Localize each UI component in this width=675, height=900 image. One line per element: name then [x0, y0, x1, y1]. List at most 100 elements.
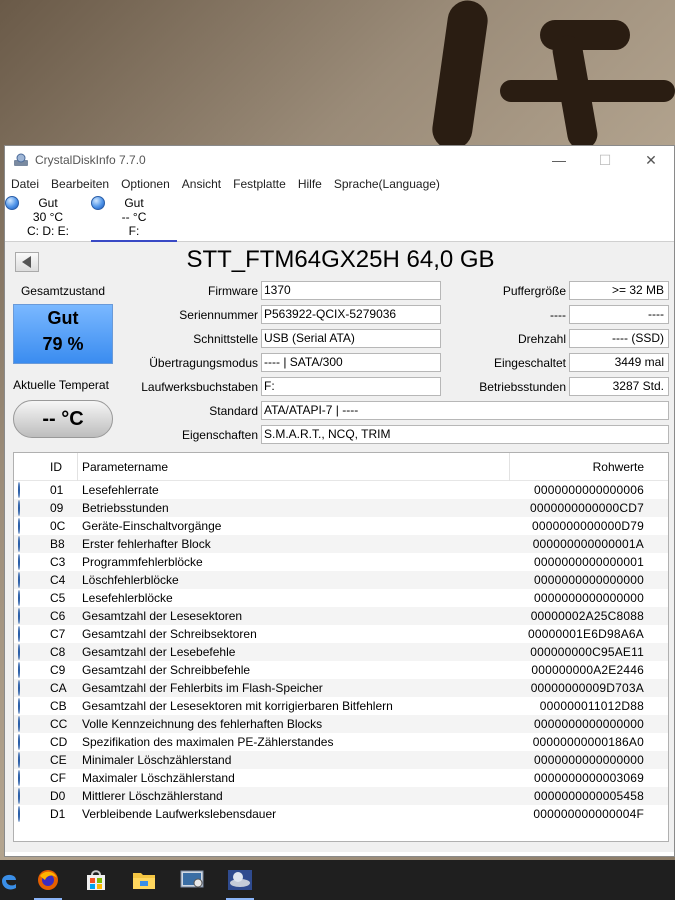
smart-attributes-table[interactable]: ID Parametername Rohwerte 01 Lesefehlerra… [13, 452, 669, 842]
table-row[interactable]: CC Volle Kennzeichnung des fehlerhaften B… [14, 715, 668, 733]
power-on-hours-value: 3287 Std. [569, 377, 669, 396]
power-on-count-label: Eingeschaltet [493, 356, 566, 370]
attribute-name: Lesefehlerrate [82, 483, 159, 497]
status-cell [14, 680, 42, 696]
serial-label: Seriennummer [179, 308, 258, 322]
attribute-name: Gesamtzahl der Schreibsektoren [82, 627, 257, 641]
status-cell [14, 536, 42, 552]
status-icon [18, 752, 20, 768]
crystaldiskinfo-taskbar-button[interactable] [216, 860, 264, 900]
edge-icon [2, 874, 16, 890]
status-icon [18, 518, 20, 534]
attribute-name: Gesamtzahl der Lesebefehle [82, 645, 236, 659]
status-icon [18, 734, 20, 750]
attribute-id: CA [50, 681, 67, 695]
attribute-id: 09 [50, 501, 64, 515]
attribute-raw-value: 0000000000000D79 [532, 519, 644, 533]
attribute-raw-value: 000000000000004F [533, 807, 644, 821]
crystaldiskinfo-icon [228, 870, 252, 890]
arrow-left-icon [22, 256, 31, 268]
title-bar[interactable]: CrystalDiskInfo 7.7.0 — ☐ ✕ [5, 146, 674, 174]
control-panel-icon [180, 870, 204, 888]
status-cell [14, 482, 42, 498]
attribute-raw-value: 000000011012D88 [539, 699, 644, 713]
firmware-label: Firmware [208, 284, 258, 298]
firmware-value: 1370 [261, 281, 441, 300]
drive-letters-value: F: [261, 377, 441, 396]
minimize-button[interactable]: — [536, 146, 582, 174]
status-cell [14, 518, 42, 534]
status-icon [18, 572, 20, 588]
table-row[interactable]: CF Maximaler Löschzählerstand 000000000000… [14, 769, 668, 787]
attribute-id: C5 [50, 591, 66, 605]
explorer-taskbar-button[interactable] [120, 860, 168, 900]
attribute-id: C6 [50, 609, 66, 623]
menu-sprache[interactable]: Sprache(Language) [334, 177, 440, 191]
attribute-name: Gesamtzahl der Schreibbefehle [82, 663, 251, 677]
table-row[interactable]: 0C Geräte-Einschaltvorgänge 0000000000000D… [14, 517, 668, 535]
attribute-raw-value: 0000000000000CD7 [530, 501, 644, 515]
menu-bearbeiten[interactable]: Bearbeiten [51, 177, 109, 191]
attribute-raw-value: 000000000000001A [532, 537, 644, 551]
menu-festplatte[interactable]: Festplatte [233, 177, 286, 191]
table-row[interactable]: 01 Lesefehlerrate 0000000000000006 [14, 481, 668, 499]
status-icon [18, 788, 20, 804]
status-cell [14, 734, 42, 750]
status-cell [14, 662, 42, 678]
attribute-name: Spezifikation des maximalen PE-Zählersta… [82, 735, 334, 749]
health-status-badge[interactable]: Gut 79 % [13, 304, 113, 364]
table-row[interactable]: CA Gesamtzahl der Fehlerbits im Flash-Spe… [14, 679, 668, 697]
column-header-id[interactable]: ID [42, 453, 78, 481]
status-cell [14, 788, 42, 804]
column-header-name[interactable]: Parametername [78, 453, 510, 481]
menu-ansicht[interactable]: Ansicht [182, 177, 221, 191]
firefox-icon [38, 870, 58, 890]
menu-hilfe[interactable]: Hilfe [298, 177, 322, 191]
table-row[interactable]: CE Minimaler Löschzählerstand 000000000000… [14, 751, 668, 769]
table-row[interactable]: B8 Erster fehlerhafter Block 0000000000000… [14, 535, 668, 553]
health-status: Gut [47, 308, 79, 328]
table-row[interactable]: C9 Gesamtzahl der Schreibbefehle 000000000… [14, 661, 668, 679]
attribute-id: D1 [50, 807, 66, 821]
attribute-raw-value: 000000000C95AE11 [530, 645, 644, 659]
table-row[interactable]: C3 Programmfehlerblöcke 0000000000000001 [14, 553, 668, 571]
menu-optionen[interactable]: Optionen [121, 177, 170, 191]
status-cell [14, 806, 42, 822]
status-icon [18, 590, 20, 606]
table-row[interactable]: CB Gesamtzahl der Lesesektoren mit korrig… [14, 697, 668, 715]
status-cell [14, 572, 42, 588]
features-value: S.M.A.R.T., NCQ, TRIM [261, 425, 669, 444]
status-icon [18, 608, 20, 624]
attribute-name: Minimaler Löschzählerstand [82, 753, 232, 767]
firefox-taskbar-button[interactable] [24, 860, 72, 900]
status-icon [5, 196, 19, 210]
transfer-mode-value: ---- | SATA/300 [261, 353, 441, 372]
disk-tab-1[interactable]: Gut 30 °C C: D: E: [5, 194, 91, 242]
table-row[interactable]: C7 Gesamtzahl der Schreibsektoren 00000001… [14, 625, 668, 643]
health-percent: 79 % [42, 334, 84, 354]
attribute-name: Betriebsstunden [82, 501, 169, 515]
table-row[interactable]: C8 Gesamtzahl der Lesebefehle 000000000C95… [14, 643, 668, 661]
table-row[interactable]: C4 Löschfehlerblöcke 0000000000000000 [14, 571, 668, 589]
table-row[interactable]: C6 Gesamtzahl der Lesesektoren 00000002A25… [14, 607, 668, 625]
status-icon [18, 662, 20, 678]
control-panel-taskbar-button[interactable] [168, 860, 216, 900]
table-row[interactable]: D1 Verbleibende Laufwerkslebensdauer 00000… [14, 805, 668, 823]
attribute-name: Geräte-Einschaltvorgänge [82, 519, 222, 533]
attribute-raw-value: 0000000000000000 [534, 717, 644, 731]
menu-bar: Datei Bearbeiten Optionen Ansicht Festpl… [5, 174, 674, 194]
table-row[interactable]: CD Spezifikation des maximalen PE-Zählers… [14, 733, 668, 751]
previous-disk-button[interactable] [15, 252, 39, 272]
store-taskbar-button[interactable] [72, 860, 120, 900]
close-button[interactable]: ✕ [628, 146, 674, 174]
temperature-label: Aktuelle Temperat [13, 378, 109, 392]
disk-tab-2[interactable]: Gut -- °C F: [91, 194, 177, 242]
menu-datei[interactable]: Datei [11, 177, 39, 191]
table-row[interactable]: D0 Mittlerer Löschzählerstand 000000000000… [14, 787, 668, 805]
table-row[interactable]: C5 Lesefehlerblöcke 0000000000000000 [14, 589, 668, 607]
edge-taskbar-button[interactable] [0, 860, 24, 900]
interface-label: Schnittstelle [193, 332, 258, 346]
maximize-button[interactable]: ☐ [582, 146, 628, 174]
table-row[interactable]: 09 Betriebsstunden 0000000000000CD7 [14, 499, 668, 517]
column-header-raw[interactable]: Rohwerte [510, 460, 646, 474]
